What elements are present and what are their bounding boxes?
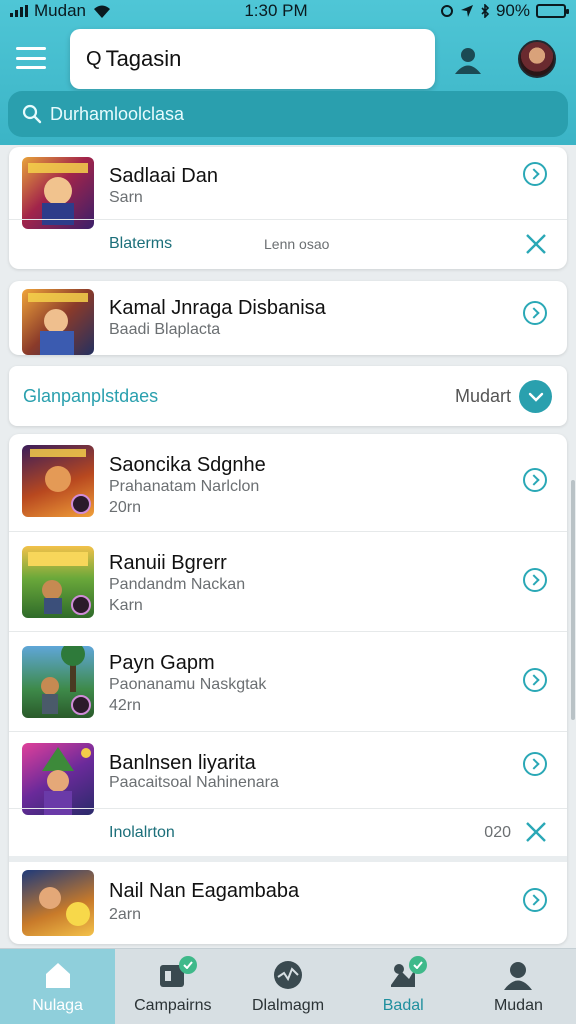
tab-label: Mudan: [493, 997, 543, 1014]
carrier-name: Mudan: [34, 1, 86, 20]
tab-profile[interactable]: Mudan: [461, 949, 576, 1024]
status-left: Mudan: [10, 1, 112, 21]
game-subtitle: Prahanatam Narlclon: [109, 478, 260, 495]
status-right: 90%: [440, 1, 569, 21]
list-item[interactable]: Saoncika Sdgnhe Prahanatam Narlclon 20rn: [9, 434, 567, 531]
card-footer: Inolalrton 020: [9, 808, 567, 856]
footer-meta: 020: [484, 824, 511, 841]
footer-meta: Lenn osao: [264, 236, 330, 252]
game-thumbnail: [22, 646, 94, 718]
game-title: Saoncika Sdgnhe: [109, 454, 266, 476]
badge-icon: [387, 956, 428, 991]
game-list: Saoncika Sdgnhe Prahanatam Narlclon 20rn…: [9, 434, 567, 944]
game-subtitle: Baadi Blaplacta: [109, 321, 221, 338]
campaign-icon: [157, 956, 197, 991]
close-icon[interactable]: [523, 231, 549, 257]
search-icon: [22, 104, 42, 124]
game-meta: 20rn: [109, 499, 142, 516]
search-value: Tagasin: [105, 46, 182, 71]
game-card[interactable]: Kamal Jnraga Disbanisa Baadi Blaplacta: [9, 281, 567, 355]
game-subtitle: Paacaitsoal Nahinenara: [109, 774, 279, 791]
home-icon: [45, 963, 70, 988]
check-icon[interactable]: [519, 380, 552, 413]
bluetooth-icon: [481, 4, 490, 18]
list-item[interactable]: Ranuii Bgrerr Pandandm Nackan Karn: [9, 531, 567, 631]
search-icon: Q: [86, 47, 102, 70]
game-meta: 42rn: [109, 697, 142, 714]
tab-home[interactable]: Nulaga: [0, 949, 116, 1024]
tab-stats[interactable]: Dlalmagm: [230, 949, 345, 1024]
game-title: Payn Gapm: [109, 652, 215, 674]
footer-link[interactable]: Blaterms: [109, 235, 172, 253]
list-item[interactable]: Kamal Jnraga Disbanisa Baadi Blaplacta: [9, 281, 567, 355]
stats-icon: [274, 961, 302, 989]
tab-label: Badal: [382, 997, 424, 1014]
game-card[interactable]: Sadlaai Dan Sarn Blaterms Lenn osao: [9, 147, 567, 269]
secondary-search-bar[interactable]: Durhamloolclasa: [8, 91, 568, 137]
game-title: Kamal Jnraga Disbanisa: [109, 297, 326, 319]
alarm-icon: [440, 5, 453, 17]
profile-button[interactable]: [446, 38, 490, 82]
person-icon: [455, 48, 481, 74]
open-button[interactable]: [523, 668, 547, 692]
game-title: Nail Nan Eagambaba: [109, 880, 300, 902]
bottom-nav: Nulaga Campairns Dlalmagm Badal Mudan: [0, 948, 576, 1024]
game-thumbnail: [22, 546, 94, 618]
signal-icon: [10, 5, 28, 17]
list-item[interactable]: Sadlaai Dan Sarn: [9, 147, 567, 229]
footer-link[interactable]: Inolalrton: [109, 824, 175, 842]
game-thumbnail: [22, 289, 94, 355]
section-header[interactable]: Glanpanplstdaes Mudart: [9, 366, 567, 426]
game-title: Ranuii Bgrerr: [109, 552, 227, 574]
game-thumbnail: [22, 870, 94, 936]
close-icon[interactable]: [523, 819, 549, 845]
open-button[interactable]: [523, 162, 547, 186]
secondary-search-placeholder: Durhamloolclasa: [50, 103, 185, 124]
game-subtitle: Paonanamu Naskgtak: [109, 676, 267, 693]
game-thumbnail: [22, 743, 94, 815]
status-bar: Mudan 1:30 PM 90%: [0, 0, 576, 22]
location-icon: [460, 5, 473, 17]
profile-icon: [504, 962, 533, 990]
card-footer: Blaterms Lenn osao: [9, 219, 567, 269]
game-title: Sadlaai Dan: [109, 165, 218, 187]
list-item[interactable]: Nail Nan Eagambaba 2arn: [9, 856, 567, 944]
avatar[interactable]: [518, 40, 556, 78]
list-item[interactable]: Payn Gapm Paonanamu Naskgtak 42rn: [9, 631, 567, 731]
tab-label: Dlalmagm: [252, 997, 325, 1014]
tab-label: Nulaga: [32, 997, 83, 1014]
game-meta: Karn: [109, 597, 143, 614]
search-input[interactable]: Q Tagasin: [70, 29, 435, 89]
battery-percent: 90%: [495, 1, 530, 20]
game-subtitle: Pandandm Nackan: [109, 576, 246, 593]
game-thumbnail: [22, 445, 94, 517]
battery-icon: [535, 4, 569, 18]
open-button[interactable]: [523, 301, 547, 325]
game-subtitle: 2arn: [109, 906, 142, 923]
menu-button[interactable]: [14, 44, 48, 72]
game-subtitle: Sarn: [109, 189, 143, 206]
section-title: Glanpanplstdaes: [23, 386, 159, 406]
check-badge-icon: [178, 956, 197, 974]
clock: 1:30 PM: [244, 1, 308, 20]
section-filter-label: Mudart: [454, 386, 511, 406]
tab-label: Campairns: [134, 997, 212, 1014]
tab-badges[interactable]: Badal: [346, 949, 461, 1024]
scrollbar[interactable]: [571, 480, 575, 720]
open-button[interactable]: [523, 468, 547, 492]
open-button[interactable]: [523, 752, 547, 776]
open-button[interactable]: [523, 888, 547, 912]
tab-campaigns[interactable]: Campairns: [115, 949, 230, 1024]
open-button[interactable]: [523, 568, 547, 592]
game-title: Banlnsen liyarita: [109, 752, 256, 774]
list-item[interactable]: Banlnsen liyarita Paacaitsoal Nahinenara: [9, 731, 567, 815]
check-badge-icon: [409, 956, 428, 974]
app-header: Mudan 1:30 PM 90% Q Tagasin Durhamloolcl…: [0, 0, 576, 145]
wifi-icon: [93, 5, 110, 18]
